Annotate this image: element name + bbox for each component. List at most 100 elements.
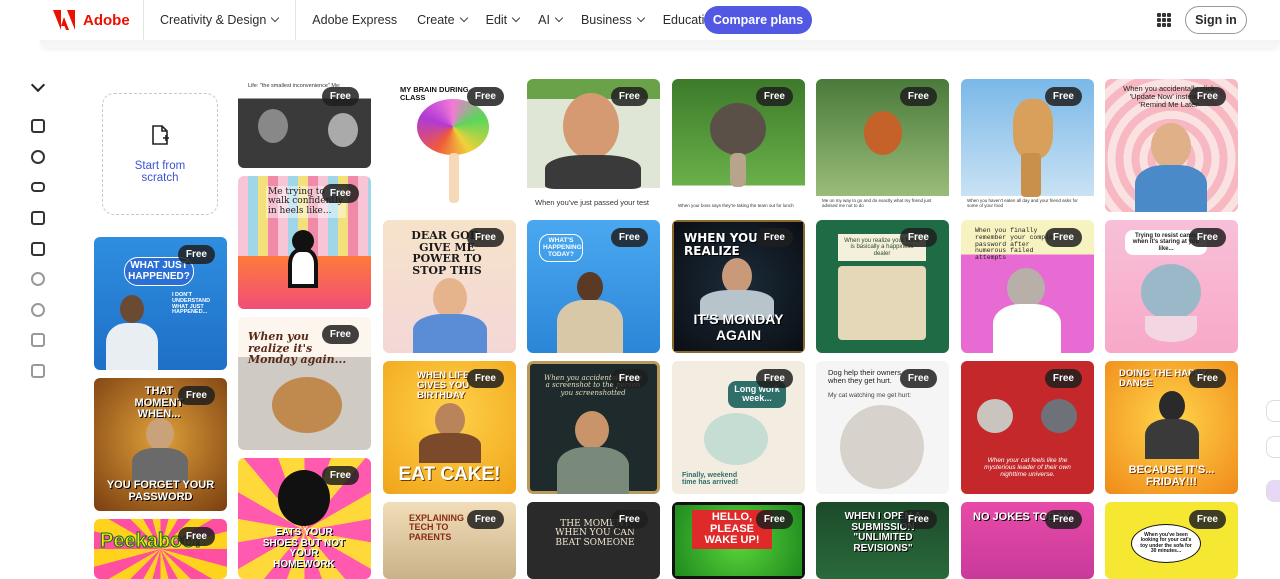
template-card[interactable]: Dog help their owners when they get hurt… (816, 361, 949, 494)
start-from-scratch-label: Start from scratch (134, 160, 186, 184)
steering-wheel (545, 155, 641, 189)
nav-label: Business (580, 13, 632, 27)
template-card[interactable]: When you haven't eaten all day and your … (961, 79, 1094, 212)
template-subtext: Me on my way to go and do exactly what m… (822, 198, 932, 208)
template-card[interactable]: WHEN LIFE GIVES YOU BIRTHDAY EAT CAKE! F… (383, 361, 516, 494)
template-photo (838, 266, 926, 340)
nav-business[interactable]: Business (580, 13, 645, 27)
start-from-scratch-card[interactable]: Start from scratch (102, 93, 218, 215)
free-badge: Free (755, 87, 793, 106)
nav-label: Edit (485, 13, 508, 27)
template-card[interactable]: THE MOMENT WHEN YOU CAN BEAT SOMEONE Fre… (527, 502, 660, 579)
template-caption: EATS YOUR SHOES BUT NOT YOUR HOMEWORK (262, 527, 346, 570)
chat-icon[interactable] (1266, 436, 1280, 458)
template-caption: When you've been looking for your cat's … (1131, 524, 1201, 563)
free-badge: Free (755, 510, 793, 529)
free-badge: Free (899, 510, 937, 529)
template-subtext: When you haven't eaten all day and your … (967, 198, 1078, 208)
template-subtext: YOU FORGET YOUR PASSWORD (106, 479, 215, 503)
template-card[interactable]: When you realize your florist is basical… (816, 220, 949, 353)
adobe-brand[interactable]: Adobe (0, 0, 144, 40)
collapse-chevron-icon[interactable] (28, 77, 48, 98)
search-image-icon[interactable] (28, 116, 48, 136)
tiktok-icon[interactable] (28, 330, 48, 350)
template-card[interactable]: When your cat feels like the mysterious … (961, 361, 1094, 494)
translate-icon[interactable] (1266, 400, 1280, 422)
nav-creativity-design[interactable]: Creativity & Design (160, 13, 280, 27)
template-card[interactable]: WHEN YOU REALIZE IT'S MONDAY AGAIN Free (672, 220, 805, 353)
copy-icon[interactable] (28, 208, 48, 228)
crop-icon[interactable] (28, 239, 48, 259)
new-document-icon (152, 125, 169, 145)
person-figure (557, 447, 629, 494)
template-card[interactable]: Long work week... Finally, weekend time … (672, 361, 805, 494)
app-switcher-icon[interactable] (1157, 13, 1171, 27)
cat-figure (840, 405, 924, 489)
nav-edit[interactable]: Edit (485, 13, 521, 27)
free-badge: Free (466, 87, 504, 106)
free-badge: Free (321, 184, 359, 203)
free-badge: Free (1044, 510, 1082, 529)
assistant-icon[interactable] (1266, 480, 1280, 502)
text-icon[interactable] (28, 361, 48, 381)
person-figure (120, 295, 144, 323)
person-figure (993, 304, 1061, 353)
nav-label: Creativity & Design (160, 13, 267, 27)
template-card[interactable]: Trying to resist candy when it's staring… (1105, 220, 1238, 353)
person-figure (132, 448, 188, 482)
chevron-down-icon (459, 13, 468, 23)
template-card[interactable]: Me on my way to go and do exactly what m… (816, 79, 949, 212)
template-caption: WHAT'S HAPPENING TODAY? (539, 234, 583, 263)
free-badge: Free (610, 228, 648, 247)
person-figure (328, 113, 358, 147)
template-card[interactable]: NO JOKES TODAY Free (961, 502, 1094, 579)
template-card[interactable]: THAT MOMENT WHEN... YOU FORGET YOUR PASS… (94, 378, 227, 511)
template-subtext: I DON'T UNDERSTAND WHAT JUST HAPPENED... (172, 292, 211, 316)
template-card[interactable]: When you've just passed your test Free (527, 79, 660, 212)
template-card[interactable]: When your boss says they're taking the t… (672, 79, 805, 212)
template-card[interactable]: WHAT'S HAPPENING TODAY? Free (527, 220, 660, 353)
chevron-down-icon (636, 13, 645, 23)
brain-figure (417, 99, 489, 155)
color-icon[interactable] (28, 147, 48, 167)
template-card[interactable]: When you finally remember your complex p… (961, 220, 1094, 353)
compare-plans-button[interactable]: Compare plans (704, 6, 812, 34)
template-card[interactable]: Life: "the smallest inconvenience" Me: F… (238, 79, 371, 168)
nav-create[interactable]: Create (417, 13, 468, 27)
template-card[interactable]: EXPLAINING TECH TO PARENTS Free (383, 502, 516, 579)
template-card[interactable]: When you realize it's Monday again... Fr… (238, 317, 371, 450)
penguin-figure (288, 248, 318, 288)
template-card[interactable]: DOING THE HAPPY DANCE BECAUSE IT'S... FR… (1105, 361, 1238, 494)
bowl-figure (1145, 316, 1197, 342)
free-badge: Free (1044, 369, 1082, 388)
template-card[interactable]: Me trying to walk confidently in heels l… (238, 176, 371, 309)
free-badge: Free (899, 87, 937, 106)
orangutan-figure (864, 111, 902, 155)
template-card[interactable]: EATS YOUR SHOES BUT NOT YOUR HOMEWORK Fr… (238, 458, 371, 579)
nav-ai[interactable]: AI (538, 13, 564, 27)
free-badge: Free (755, 369, 793, 388)
template-subtext: When your boss says they're taking the t… (678, 203, 794, 208)
sign-in-button[interactable]: Sign in (1185, 6, 1247, 34)
template-card[interactable]: When you've been looking for your cat's … (1105, 502, 1238, 579)
facebook-icon[interactable] (28, 269, 48, 289)
template-card[interactable]: WHAT JUST HAPPENED? I DON'T UNDERSTAND W… (94, 237, 227, 370)
nav-divider (295, 0, 297, 40)
search-bar-bottom (40, 40, 1280, 48)
template-card[interactable]: When you accidentally click 'Update Now'… (1105, 79, 1238, 212)
template-card[interactable]: WHEN I OPEN A SUBMISSION "UNLIMITED REVI… (816, 502, 949, 579)
person-figure (413, 314, 487, 353)
template-subtext: My cat watching me get hurt: (828, 392, 912, 399)
template-card[interactable]: MY BRAIN DURING CLASS Free (383, 79, 516, 212)
facebook-icon[interactable] (28, 300, 48, 320)
brain-figure (449, 153, 459, 203)
template-card[interactable]: Peekaboo! Free (94, 519, 227, 579)
template-card[interactable]: DEAR GOD, GIVE ME POWER TO STOP THIS Fre… (383, 220, 516, 353)
template-subtext: Finally, weekend time has arrived! (682, 472, 739, 486)
template-card[interactable]: When you accidentally take a screenshot … (527, 361, 660, 494)
person-figure (1145, 419, 1199, 459)
free-badge: Free (1188, 87, 1226, 106)
template-card[interactable]: HELLO, PLEASE WAKE UP! Free (672, 502, 805, 579)
nav-adobe-express[interactable]: Adobe Express (312, 13, 397, 27)
game-controller-icon[interactable] (28, 177, 48, 197)
